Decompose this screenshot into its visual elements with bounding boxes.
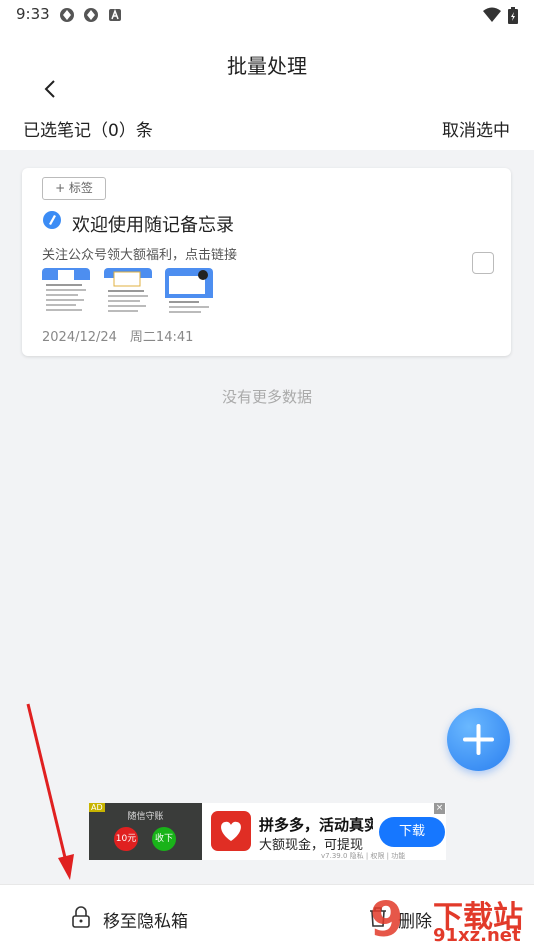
ad-fine-print: v7.39.0 隐私 | 权限 | 功能 bbox=[321, 852, 406, 860]
add-note-button[interactable] bbox=[447, 708, 510, 771]
battery-icon bbox=[508, 7, 518, 24]
add-tag-button[interactable]: + 标签 bbox=[42, 177, 106, 200]
ad-left-panel: AD 随信守账 10元 收下 bbox=[89, 803, 202, 860]
watermark-url: 91xz.net bbox=[433, 925, 521, 946]
plus-icon bbox=[463, 724, 494, 755]
note-thumbnail bbox=[165, 268, 213, 314]
pinduoduo-logo-icon bbox=[211, 811, 251, 851]
ad-banner[interactable]: AD 随信守账 10元 收下 拼多多，活动真实 大额现金，可提现 v7.39.0… bbox=[89, 803, 446, 860]
note-date: 2024/12/24 周二14:41 bbox=[42, 330, 194, 345]
note-card[interactable]: + 标签 欢迎使用随记备忘录 关注公众号领大额福利，点击链接 2024/12/2… bbox=[22, 168, 511, 356]
ad-download-button[interactable]: 下载 bbox=[379, 817, 445, 847]
red-arrow-annotation bbox=[26, 703, 74, 880]
move-to-private-box-button[interactable]: 移至隐私箱 bbox=[103, 907, 188, 932]
page-title: 批量处理 bbox=[227, 54, 307, 78]
app-notification-icon bbox=[60, 8, 74, 22]
list-end-text: 没有更多数据 bbox=[221, 388, 312, 406]
font-notification-icon bbox=[109, 8, 121, 21]
ad-red-button: 10元 bbox=[114, 827, 138, 851]
app-notification-icon bbox=[84, 8, 98, 22]
note-subtitle: 关注公众号领大额福利，点击链接 bbox=[42, 248, 238, 263]
lock-icon bbox=[72, 906, 90, 928]
note-thumbnail bbox=[104, 268, 152, 314]
ad-title: 拼多多，活动真实 bbox=[259, 816, 373, 834]
status-bar: 9:33 bbox=[0, 0, 534, 28]
note-title: 欢迎使用随记备忘录 bbox=[72, 215, 234, 236]
note-checkbox[interactable] bbox=[472, 252, 494, 274]
note-thumbnail bbox=[42, 268, 90, 314]
ad-close-button[interactable]: × bbox=[434, 803, 445, 814]
ad-green-button: 收下 bbox=[152, 827, 176, 851]
back-icon[interactable] bbox=[40, 78, 62, 100]
cancel-selection-button[interactable]: 取消选中 bbox=[442, 116, 510, 141]
wifi-icon bbox=[483, 7, 501, 22]
svg-text:9: 9 bbox=[370, 892, 403, 948]
status-time: 9:33 bbox=[16, 5, 50, 23]
ad-left-title: 随信守账 bbox=[127, 812, 164, 822]
selected-count: 已选笔记（0）条 bbox=[23, 121, 153, 141]
pencil-icon bbox=[43, 211, 61, 229]
